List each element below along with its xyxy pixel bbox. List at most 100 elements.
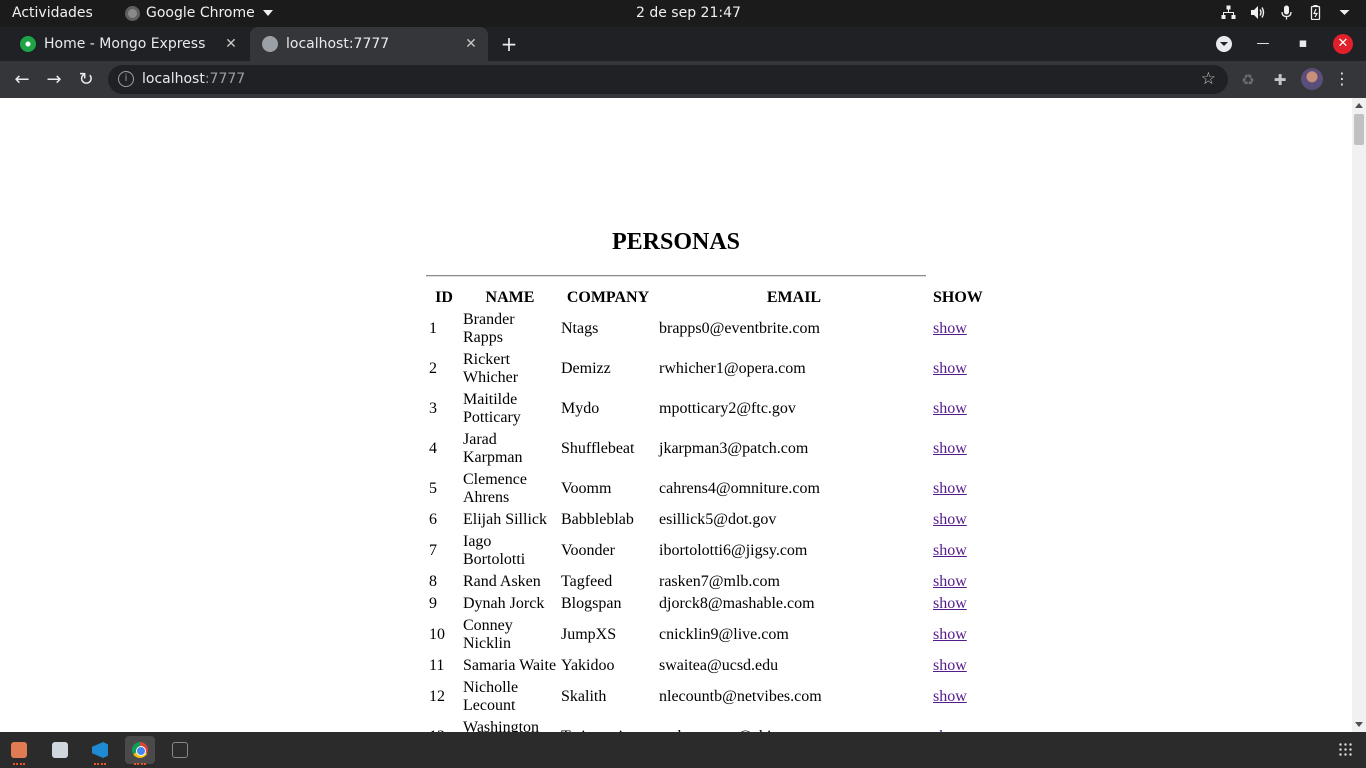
address-bar[interactable]: i localhost:7777 ☆ xyxy=(108,65,1228,94)
tab-localhost[interactable]: localhost:7777 ✕ xyxy=(250,27,488,61)
cell-show: show xyxy=(932,510,984,530)
extensions-puzzle-icon[interactable]: ✚ xyxy=(1270,70,1290,90)
app-menu-label: Google Chrome xyxy=(146,5,255,21)
show-link[interactable]: show xyxy=(933,573,967,590)
new-tab-button[interactable]: + xyxy=(498,33,520,55)
tab-mongo-express[interactable]: Home - Mongo Express ✕ xyxy=(0,27,248,61)
back-button[interactable]: ← xyxy=(11,69,33,91)
cell-name: Brander Rapps xyxy=(463,311,515,346)
bookmark-star-icon[interactable]: ☆ xyxy=(1201,69,1216,89)
activities-button[interactable]: Actividades xyxy=(12,5,93,21)
show-link[interactable]: show xyxy=(933,360,967,377)
cell-show: show xyxy=(932,430,984,468)
show-link[interactable]: show xyxy=(933,400,967,417)
mongo-express-icon xyxy=(20,36,36,52)
cell-email: cahrens4@omniture.com xyxy=(659,480,820,497)
page-scrollbar[interactable] xyxy=(1352,98,1366,732)
dock-terminal[interactable] xyxy=(165,736,195,764)
cell-company: Babbleblab xyxy=(561,511,634,528)
title-divider xyxy=(426,275,926,277)
system-tray[interactable] xyxy=(1221,5,1352,21)
dock-files[interactable] xyxy=(4,736,34,765)
app-menu[interactable]: Google Chrome xyxy=(125,5,273,21)
cell-show: show xyxy=(932,718,984,732)
table-row: 10 Conney Nicklin JumpXS cnicklin9@live.com… xyxy=(428,616,984,654)
close-window-button[interactable]: ✕ xyxy=(1333,34,1353,54)
cell-name: Washington Chastanet xyxy=(463,719,540,732)
show-link[interactable]: show xyxy=(933,595,967,612)
cell-email: wchastanetc@china.com.cn xyxy=(658,718,930,732)
cell-company: Yakidoo xyxy=(561,657,615,674)
address-port: :7777 xyxy=(204,71,246,87)
show-link[interactable]: show xyxy=(933,657,967,674)
battery-icon xyxy=(1308,5,1323,21)
table-row: 6 Elijah Sillick Babbleblab esillick5@dot.g… xyxy=(428,510,984,530)
minimize-button[interactable]: — xyxy=(1253,34,1273,54)
cell-show: show xyxy=(932,678,984,716)
cell-id: 10 xyxy=(429,626,445,643)
cell-company: Skalith xyxy=(561,688,607,705)
dock-screenshot[interactable] xyxy=(45,736,75,764)
cell-show: show xyxy=(932,572,984,592)
personas-table-body: 1 Brander Rapps Ntags brapps0@eventbrite.co… xyxy=(428,310,984,732)
tab-title: Home - Mongo Express xyxy=(44,36,206,52)
cell-name: Elijah Sillick xyxy=(463,511,547,528)
cell-email: rwhicher1@opera.com xyxy=(659,360,806,377)
tab-title: localhost:7777 xyxy=(286,36,390,52)
network-icon xyxy=(1221,5,1236,20)
chrome-icon xyxy=(125,5,140,21)
table-row: 5 Clemence Ahrens Voomm cahrens4@omniture.c… xyxy=(428,470,984,508)
tab-search-button[interactable] xyxy=(1216,36,1232,52)
cell-email: djorck8@mashable.com xyxy=(659,595,815,612)
site-info-icon[interactable]: i xyxy=(118,71,134,87)
browser-toolbar: ← → ↻ i localhost:7777 ☆ ♻ ✚ ⋮ xyxy=(0,61,1366,98)
close-tab-icon[interactable]: ✕ xyxy=(222,35,240,53)
cell-id: 4 xyxy=(429,440,437,457)
dock-vscode[interactable] xyxy=(85,736,115,765)
show-link[interactable]: show xyxy=(933,511,967,528)
chrome-menu-icon[interactable]: ⋮ xyxy=(1334,69,1350,89)
files-icon xyxy=(11,742,27,758)
column-header-name: NAME xyxy=(485,289,535,306)
reload-button[interactable]: ↻ xyxy=(75,69,97,91)
cell-show: show xyxy=(932,532,984,570)
cell-name: Rand Asken xyxy=(463,573,541,590)
cell-company: Twitterwire xyxy=(560,718,656,732)
cell-id: 7 xyxy=(429,542,437,559)
cell-email: swaitea@ucsd.edu xyxy=(659,657,779,674)
taskbar-dock xyxy=(0,732,1366,768)
cell-id: 9 xyxy=(429,595,437,612)
cell-email: brapps0@eventbrite.com xyxy=(659,320,820,337)
extension-recycle-icon[interactable]: ♻ xyxy=(1238,70,1258,90)
chrome-icon xyxy=(132,742,148,758)
column-header-show: SHOW xyxy=(933,289,983,306)
globe-icon xyxy=(262,36,278,52)
maximize-button[interactable]: ▪ xyxy=(1293,34,1313,54)
show-link[interactable]: show xyxy=(933,440,967,457)
table-row: 11 Samaria Waite Yakidoo swaitea@ucsd.edu sh… xyxy=(428,656,984,676)
scrollbar-thumb[interactable] xyxy=(1354,114,1364,145)
profile-avatar[interactable] xyxy=(1301,68,1323,90)
close-tab-icon[interactable]: ✕ xyxy=(462,35,480,53)
cell-show: show xyxy=(932,656,984,676)
show-link[interactable]: show xyxy=(933,320,967,337)
show-link[interactable]: show xyxy=(933,626,967,643)
show-link[interactable]: show xyxy=(933,542,967,559)
show-link[interactable]: show xyxy=(933,688,967,705)
tab-strip: Home - Mongo Express ✕ localhost:7777 ✕ … xyxy=(0,27,1366,61)
cell-email: cnicklin9@live.com xyxy=(659,626,789,643)
show-applications-icon[interactable] xyxy=(1338,742,1352,756)
cell-id: 3 xyxy=(429,400,437,417)
table-header-row: ID NAME COMPANY EMAIL SHOW xyxy=(428,288,984,308)
cell-id: 8 xyxy=(429,573,437,590)
dock-chrome[interactable] xyxy=(125,736,155,765)
scroll-up-arrow-icon[interactable] xyxy=(1355,103,1363,108)
cell-show: show xyxy=(932,470,984,508)
cell-email: esillick5@dot.gov xyxy=(659,511,777,528)
cell-show: show xyxy=(932,616,984,654)
clock[interactable]: 2 de sep 21:47 xyxy=(636,5,741,21)
scroll-down-arrow-icon[interactable] xyxy=(1355,722,1363,727)
show-link[interactable]: show xyxy=(933,480,967,497)
forward-button[interactable]: → xyxy=(43,69,65,91)
cell-name: Samaria Waite xyxy=(463,657,557,674)
